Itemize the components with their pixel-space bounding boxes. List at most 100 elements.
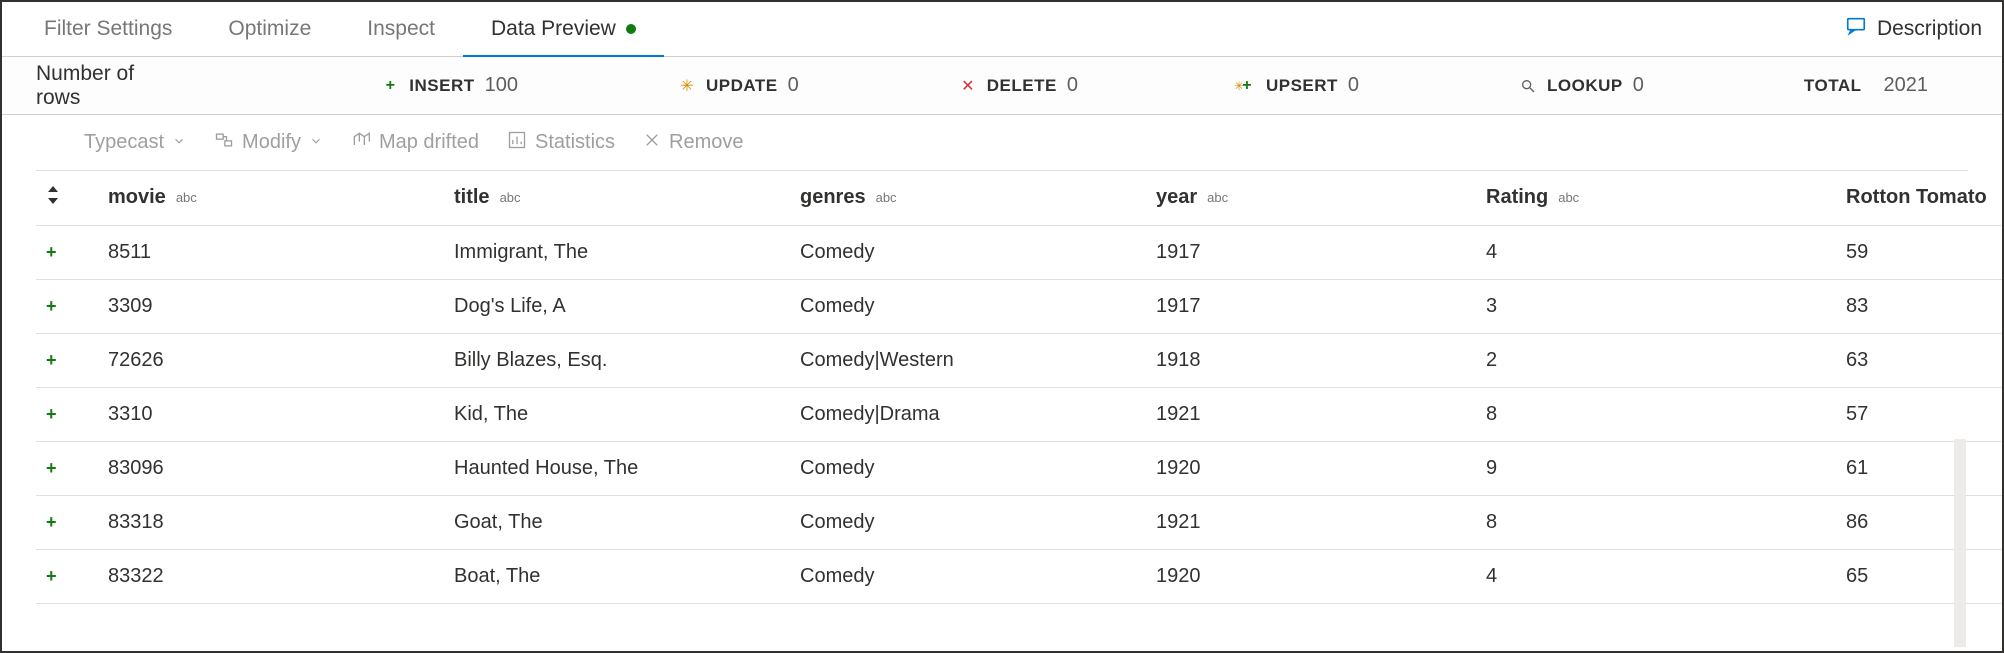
- col-type: abc: [876, 190, 897, 205]
- tab-label: Filter Settings: [44, 17, 172, 41]
- plus-icon: +: [46, 458, 57, 478]
- cell-rating: 8: [1476, 495, 1836, 549]
- tab-filter-settings[interactable]: Filter Settings: [16, 4, 200, 58]
- stat-name: TOTAL: [1804, 76, 1862, 96]
- cell-genres: Comedy: [790, 225, 1146, 279]
- row-insert-marker: +: [36, 225, 98, 279]
- cell-rating: 2: [1476, 333, 1836, 387]
- column-header-title[interactable]: titleabc: [444, 171, 790, 225]
- stat-update: ✳ UPDATE 0: [678, 74, 799, 97]
- col-label: movie: [108, 186, 166, 208]
- column-header-rotten-tomato[interactable]: Rotton Tomato: [1836, 171, 2002, 225]
- stat-value: 0: [788, 74, 799, 97]
- tab-optimize[interactable]: Optimize: [200, 4, 339, 58]
- modify-icon: [214, 130, 234, 156]
- col-type: abc: [500, 190, 521, 205]
- typecast-button[interactable]: Typecast: [84, 131, 186, 154]
- stat-name: DELETE: [987, 76, 1057, 96]
- stat-upsert: ✳ + UPSERT 0: [1238, 74, 1359, 97]
- vertical-scrollbar[interactable]: [1954, 439, 1966, 647]
- toolbar-label: Typecast: [84, 131, 164, 154]
- header-row: movie abc titleabc genres abc yearabc Rati…: [36, 171, 2002, 225]
- cell-movie: 83318: [98, 495, 444, 549]
- table-row[interactable]: +83322Boat, TheComedy1920465: [36, 549, 2002, 603]
- cell-movie: 83322: [98, 549, 444, 603]
- toolbar-label: Modify: [242, 131, 301, 154]
- cell-year: 1920: [1146, 441, 1476, 495]
- tab-label: Inspect: [367, 17, 435, 41]
- stat-value: 0: [1348, 74, 1359, 97]
- description-button[interactable]: Description: [1827, 15, 1988, 43]
- active-dot-icon: [626, 24, 636, 34]
- modify-button[interactable]: Modify: [214, 130, 323, 156]
- row-insert-marker: +: [36, 333, 98, 387]
- plus-icon: +: [46, 350, 57, 370]
- map-drifted-button[interactable]: Map drifted: [351, 130, 479, 156]
- cell-title: Dog's Life, A: [444, 279, 790, 333]
- cell-title: Billy Blazes, Esq.: [444, 333, 790, 387]
- toolbar-label: Remove: [669, 131, 743, 154]
- sort-column-header[interactable]: [36, 171, 98, 225]
- cell-genres: Comedy|Western: [790, 333, 1146, 387]
- column-header-genres[interactable]: genres abc: [790, 171, 1146, 225]
- cell-year: 1917: [1146, 225, 1476, 279]
- cell-genres: Comedy: [790, 495, 1146, 549]
- cell-year: 1918: [1146, 333, 1476, 387]
- cell-rt: 65: [1836, 549, 2002, 603]
- stat-name: INSERT: [409, 76, 474, 96]
- plus-icon: +: [381, 77, 399, 95]
- stat-value: 100: [485, 74, 518, 97]
- tab-bar: Filter Settings Optimize Inspect Data Pr…: [2, 2, 2002, 57]
- tab-inspect[interactable]: Inspect: [339, 4, 463, 58]
- cell-rating: 4: [1476, 225, 1836, 279]
- col-label: genres: [800, 186, 866, 208]
- col-type: abc: [176, 190, 197, 205]
- cell-rt: 86: [1836, 495, 2002, 549]
- column-header-movie[interactable]: movie abc: [98, 171, 444, 225]
- tab-data-preview[interactable]: Data Preview: [463, 4, 664, 58]
- cell-title: Immigrant, The: [444, 225, 790, 279]
- table-row[interactable]: +83318Goat, TheComedy1921886: [36, 495, 2002, 549]
- stat-insert: + INSERT 100: [381, 74, 518, 97]
- plus-icon: +: [46, 242, 57, 262]
- cell-movie: 8511: [98, 225, 444, 279]
- cell-year: 1921: [1146, 387, 1476, 441]
- row-insert-marker: +: [36, 441, 98, 495]
- table-row[interactable]: +8511Immigrant, TheComedy1917459: [36, 225, 2002, 279]
- stat-name: LOOKUP: [1547, 76, 1623, 96]
- cell-rating: 8: [1476, 387, 1836, 441]
- column-header-rating[interactable]: Ratingabc: [1476, 171, 1836, 225]
- plus-icon: +: [46, 512, 57, 532]
- table-row[interactable]: +3310Kid, TheComedy|Drama1921857: [36, 387, 2002, 441]
- table-row[interactable]: +83096Haunted House, TheComedy1920961: [36, 441, 2002, 495]
- stat-value: 2021: [1884, 74, 1929, 97]
- stat-lookup: LOOKUP 0: [1519, 74, 1644, 97]
- asterisk-icon: ✳: [678, 77, 696, 95]
- table-row[interactable]: +3309Dog's Life, AComedy1917383: [36, 279, 2002, 333]
- remove-button[interactable]: Remove: [643, 131, 743, 155]
- cell-movie: 72626: [98, 333, 444, 387]
- stat-total: TOTAL 2021: [1804, 74, 1928, 97]
- chevron-down-icon: [172, 131, 186, 154]
- row-insert-marker: +: [36, 279, 98, 333]
- description-label: Description: [1877, 17, 1982, 41]
- cell-genres: Comedy|Drama: [790, 387, 1146, 441]
- column-header-year[interactable]: yearabc: [1146, 171, 1476, 225]
- stat-delete: ✕ DELETE 0: [959, 74, 1078, 97]
- x-icon: ✕: [959, 77, 977, 95]
- cell-title: Haunted House, The: [444, 441, 790, 495]
- row-insert-marker: +: [36, 549, 98, 603]
- cell-genres: Comedy: [790, 549, 1146, 603]
- statistics-button[interactable]: Statistics: [507, 130, 615, 156]
- cell-rating: 4: [1476, 549, 1836, 603]
- stat-value: 0: [1067, 74, 1078, 97]
- cell-year: 1920: [1146, 549, 1476, 603]
- plus-icon: +: [46, 566, 57, 586]
- upsert-icon: ✳ +: [1238, 77, 1256, 95]
- tab-label: Data Preview: [491, 17, 616, 41]
- table-row[interactable]: +72626Billy Blazes, Esq.Comedy|Western19…: [36, 333, 2002, 387]
- cell-title: Boat, The: [444, 549, 790, 603]
- tab-label: Optimize: [228, 17, 311, 41]
- comment-icon: [1845, 15, 1867, 43]
- row-insert-marker: +: [36, 387, 98, 441]
